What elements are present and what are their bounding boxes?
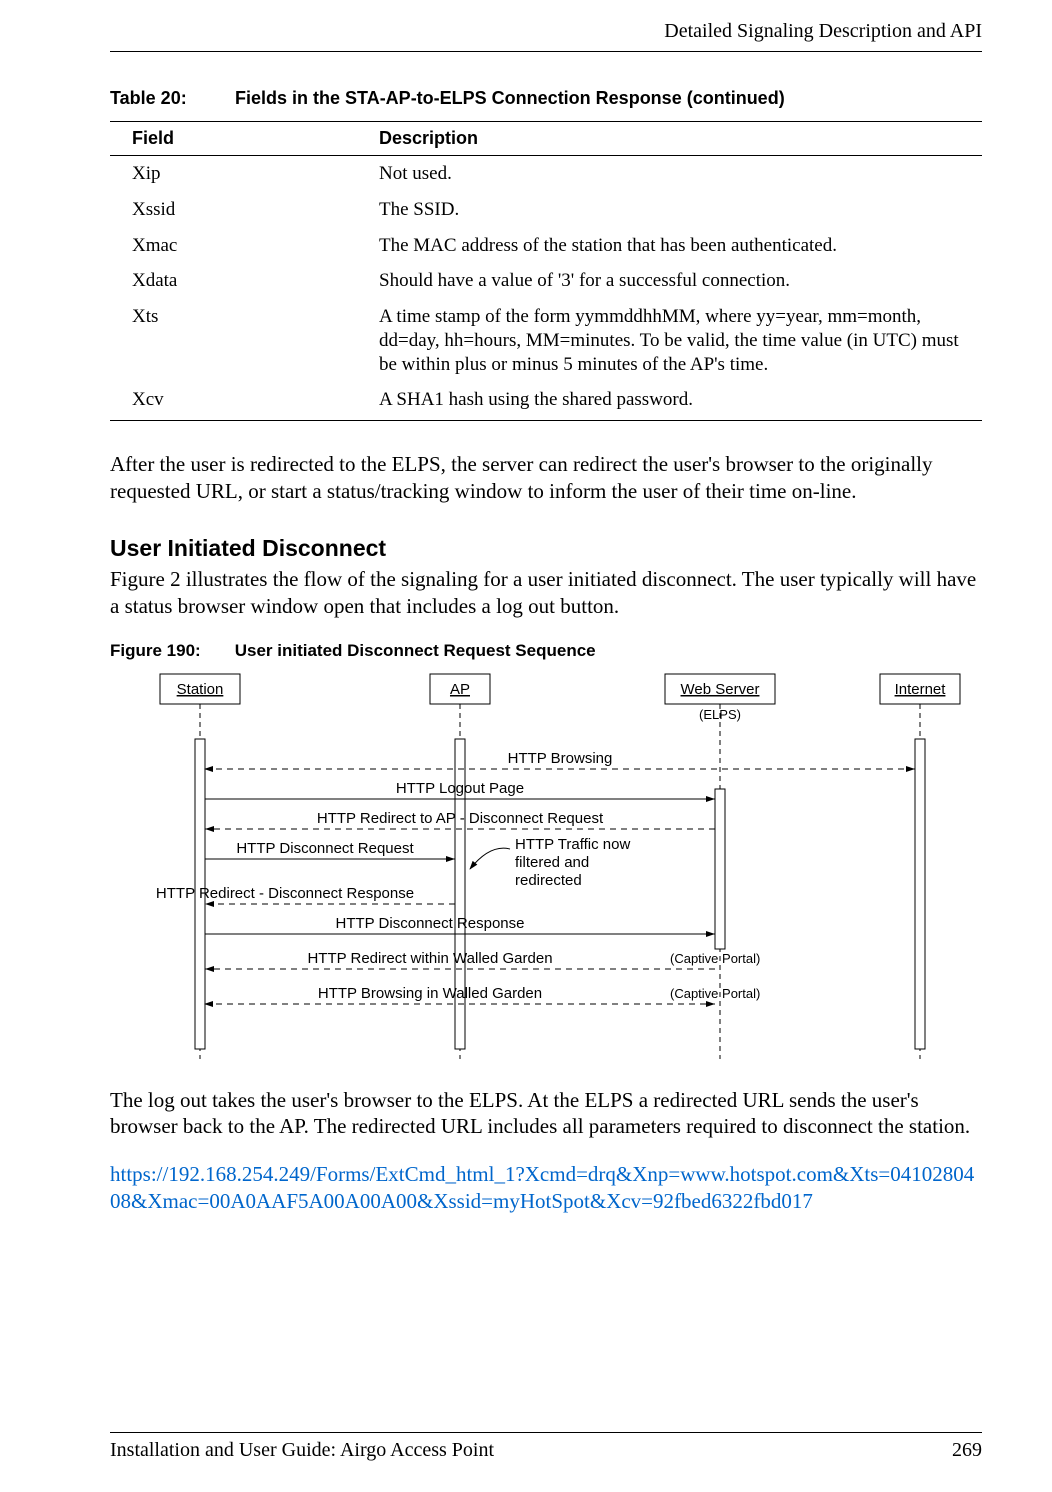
fields-table: Field Description Xip Not used. Xssid Th… [110,121,982,421]
label-http-browsing: HTTP Browsing [508,750,613,767]
svg-text:AP: AP [450,681,470,698]
table-row: Xts A time stamp of the form yymmddhhMM,… [110,299,982,382]
table-caption: Table 20: Fields in the STA-AP-to-ELPS C… [110,88,982,109]
figure-number: Figure 190: [110,641,230,661]
cell-field: Xcv [110,382,357,420]
label-redirect-wg: HTTP Redirect within Walled Garden [307,950,552,967]
activation-webserver [715,789,725,949]
footer-page-number: 269 [952,1439,982,1462]
cell-desc: A SHA1 hash using the shared password. [357,382,982,420]
table-number: Table 20: [110,88,230,109]
label-redirect-resp: HTTP Redirect - Disconnect Response [156,885,414,902]
body-paragraph: The log out takes the user's browser to … [110,1087,982,1141]
section-heading: User Initiated Disconnect [110,535,982,562]
cell-desc: Should have a value of '3' for a success… [357,263,982,299]
cell-field: Xssid [110,192,357,228]
table-row: Xmac The MAC address of the station that… [110,228,982,264]
label-captive-1: (Captive Portal) [670,951,760,966]
cell-desc: The SSID. [357,192,982,228]
cell-desc: The MAC address of the station that has … [357,228,982,264]
cell-desc: A time stamp of the form yymmddhhMM, whe… [357,299,982,382]
body-paragraph: Figure 2 illustrates the flow of the sig… [110,566,982,620]
table-row: Xdata Should have a value of '3' for a s… [110,263,982,299]
body-paragraph: After the user is redirected to the ELPS… [110,451,982,505]
table-row: Xip Not used. [110,156,982,192]
label-logout-page: HTTP Logout Page [396,780,524,797]
label-disc-request: HTTP Disconnect Request [236,840,414,857]
table-row: Xssid The SSID. [110,192,982,228]
note-traffic-l1: HTTP Traffic now [515,836,630,853]
svg-text:Internet: Internet [895,681,947,698]
label-disc-response: HTTP Disconnect Response [336,915,525,932]
table-row: Xcv A SHA1 hash using the shared passwor… [110,382,982,420]
col-header-field: Field [110,122,357,156]
label-browse-wg: HTTP Browsing in Walled Garden [318,985,542,1002]
svg-text:Web Server: Web Server [681,681,760,698]
activation-internet [915,739,925,1049]
table-title: Fields in the STA-AP-to-ELPS Connection … [235,88,785,108]
cell-desc: Not used. [357,156,982,192]
svg-text:Station: Station [177,681,224,698]
note-traffic-l3: redirected [515,872,582,889]
note-arrow [470,848,510,869]
figure-caption: Figure 190: User initiated Disconnect Re… [110,641,982,661]
label-captive-2: (Captive Portal) [670,986,760,1001]
cell-field: Xts [110,299,357,382]
table-header-row: Field Description [110,122,982,156]
footer-title: Installation and User Guide: Airgo Acces… [110,1439,494,1462]
cell-field: Xip [110,156,357,192]
col-header-desc: Description [357,122,982,156]
note-traffic-l2: filtered and [515,854,589,871]
cell-field: Xmac [110,228,357,264]
running-header: Detailed Signaling Description and API [110,20,982,52]
label-redirect-ap: HTTP Redirect to AP - Disconnect Request [317,810,604,827]
sequence-diagram: Station AP Web Server (ELPS) Internet [110,669,980,1075]
page-footer: Installation and User Guide: Airgo Acces… [110,1432,982,1462]
example-url: https://192.168.254.249/Forms/ExtCmd_htm… [110,1161,982,1215]
figure-title: User initiated Disconnect Request Sequen… [235,641,596,660]
cell-field: Xdata [110,263,357,299]
